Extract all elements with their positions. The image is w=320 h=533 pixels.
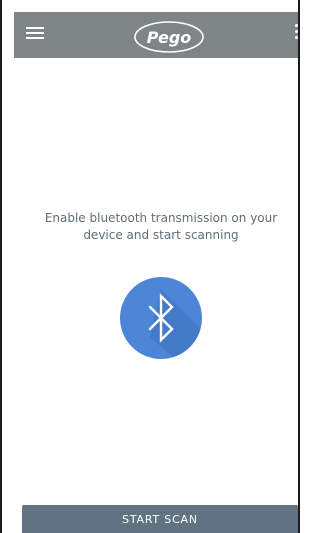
pego-logo: Pego bbox=[134, 21, 204, 53]
bluetooth-icon bbox=[120, 277, 202, 359]
bluetooth-instruction-text: Enable bluetooth transmission on your de… bbox=[44, 211, 278, 242]
more-vert-icon[interactable] bbox=[292, 24, 298, 44]
hamburger-menu-icon[interactable] bbox=[26, 27, 44, 41]
svg-text:Pego: Pego bbox=[147, 28, 192, 47]
app-bar: Pego bbox=[14, 12, 298, 58]
app-screen: Pego Enable bluetooth transmission on yo… bbox=[0, 0, 300, 533]
start-scan-button[interactable]: START SCAN bbox=[22, 505, 298, 533]
